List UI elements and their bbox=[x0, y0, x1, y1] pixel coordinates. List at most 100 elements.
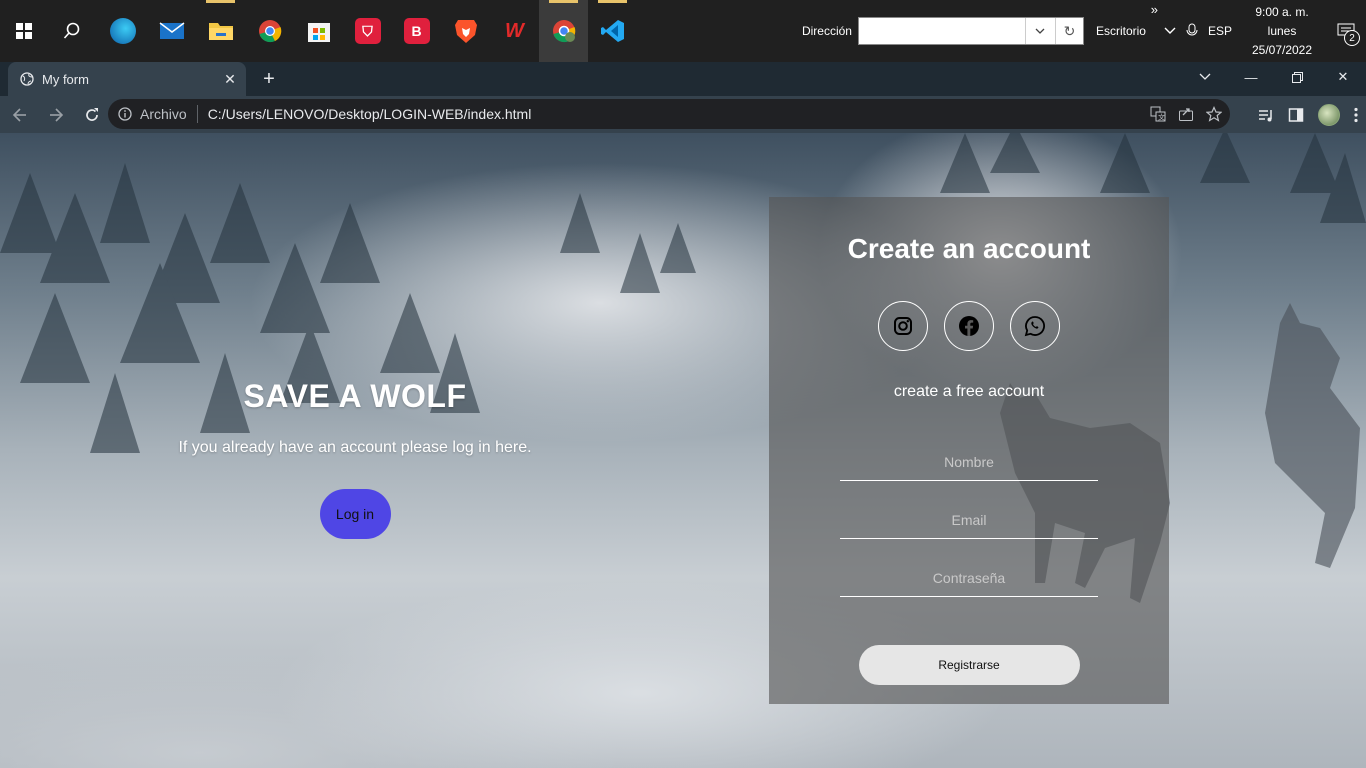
tray-overflow-chevron-icon[interactable] bbox=[1164, 24, 1176, 38]
wps-icon: W bbox=[505, 19, 524, 42]
edge-icon bbox=[109, 18, 136, 44]
share-icon bbox=[1179, 108, 1193, 121]
windows-taskbar: ⛉ B W Dirección ↻ Escritorio » ESP 9:00 a… bbox=[0, 0, 1366, 62]
info-icon bbox=[118, 107, 132, 121]
back-button[interactable] bbox=[4, 99, 36, 131]
chevron-down-icon bbox=[1036, 28, 1045, 34]
hero-title: SAVE A WOLF bbox=[243, 378, 467, 414]
taskbar-app-chrome-active[interactable] bbox=[539, 0, 588, 62]
hero-subtitle: If you already have an account please lo… bbox=[178, 439, 532, 456]
minimize-button[interactable]: — bbox=[1228, 62, 1274, 92]
chrome-profile-icon bbox=[552, 20, 575, 43]
signup-subtitle: create a free account bbox=[893, 383, 1045, 400]
new-tab-button[interactable]: + bbox=[258, 68, 280, 90]
clock-day: lunes bbox=[1267, 23, 1297, 38]
arrow-left-icon bbox=[12, 107, 26, 122]
signup-title: Create an account bbox=[847, 233, 1091, 264]
browser-tabstrip: My form ✕ + — ✕ bbox=[0, 62, 1366, 96]
reload-button[interactable] bbox=[76, 99, 108, 131]
desktop-toolbar-text: Escritorio bbox=[1095, 24, 1146, 38]
address-toolbar-input[interactable]: ↻ bbox=[857, 17, 1084, 45]
taskbar-app-mail[interactable] bbox=[147, 0, 196, 62]
store-icon bbox=[307, 23, 330, 42]
taskbar-app-microsoft-store[interactable] bbox=[294, 0, 343, 62]
address-bar[interactable]: Archivo C:/Users/LENOVO/Desktop/LOGIN-WE… bbox=[108, 99, 1230, 129]
start-button[interactable] bbox=[0, 0, 48, 62]
reload-icon bbox=[86, 107, 98, 121]
restore-icon bbox=[1291, 71, 1303, 83]
taskbar-app-edge[interactable] bbox=[98, 0, 147, 62]
browser-toolbar: Archivo C:/Users/LENOVO/Desktop/LOGIN-WE… bbox=[0, 96, 1366, 133]
tab-search-button[interactable] bbox=[1182, 62, 1228, 92]
profile-avatar-icon[interactable] bbox=[1318, 103, 1340, 126]
b-app-icon: B bbox=[403, 18, 430, 44]
social-login-buttons bbox=[769, 301, 1169, 351]
close-icon: ✕ bbox=[1337, 69, 1349, 84]
close-window-button[interactable]: ✕ bbox=[1320, 62, 1366, 92]
email-input[interactable] bbox=[840, 501, 1098, 539]
notification-count-badge: 2 bbox=[1344, 30, 1360, 46]
desktop-toolbar-label[interactable]: Escritorio » bbox=[1095, 2, 1158, 38]
address-toolbar-label: Dirección bbox=[801, 24, 852, 38]
chrome-icon bbox=[258, 20, 281, 43]
clock-date: 25/07/2022 bbox=[1251, 42, 1313, 57]
hero-section: SAVE A WOLF If you already have an accou… bbox=[150, 378, 560, 539]
whatsapp-icon bbox=[1024, 316, 1045, 337]
side-panel-icon bbox=[1288, 107, 1304, 122]
toolbar-overflow-icon[interactable]: » bbox=[1151, 2, 1158, 17]
taskbar-search-button[interactable] bbox=[48, 0, 96, 62]
input-language-indicator[interactable]: ESP bbox=[1208, 24, 1232, 38]
vpn-shield-icon: ⛉ bbox=[354, 18, 381, 44]
register-button[interactable]: Registrarse bbox=[858, 645, 1080, 685]
vscode-icon bbox=[600, 20, 624, 42]
refresh-icon: ↻ bbox=[1063, 22, 1076, 39]
signup-card: Create an account create a free account … bbox=[769, 197, 1169, 704]
signup-form bbox=[769, 443, 1169, 597]
minimize-icon: — bbox=[1244, 69, 1258, 85]
taskbar-app-b[interactable]: B bbox=[392, 0, 441, 62]
translate-icon: 文 bbox=[1150, 106, 1166, 122]
media-controls-icon bbox=[1259, 109, 1272, 121]
search-icon bbox=[63, 22, 80, 39]
tab-title: My form bbox=[42, 71, 89, 87]
browser-tab[interactable]: My form ✕ bbox=[8, 62, 246, 96]
clock-time: 9:00 a. m. bbox=[1255, 4, 1309, 19]
more-options-icon bbox=[1354, 107, 1358, 122]
plus-icon: + bbox=[263, 67, 275, 90]
taskbar-app-vscode[interactable] bbox=[588, 0, 637, 62]
whatsapp-button[interactable] bbox=[1010, 301, 1060, 351]
globe-icon bbox=[20, 72, 34, 86]
svg-text:文: 文 bbox=[1158, 113, 1165, 122]
address-refresh-button[interactable]: ↻ bbox=[1054, 18, 1083, 44]
windows-logo-icon bbox=[16, 23, 32, 39]
password-input[interactable] bbox=[840, 559, 1098, 597]
notification-center-button[interactable]: 2 bbox=[1326, 0, 1366, 62]
taskbar-app-file-explorer[interactable] bbox=[196, 0, 245, 62]
instagram-icon bbox=[894, 317, 912, 335]
instagram-button[interactable] bbox=[878, 301, 928, 351]
restore-button[interactable] bbox=[1274, 62, 1320, 92]
login-button[interactable]: Log in bbox=[319, 489, 391, 539]
mail-icon bbox=[159, 22, 184, 39]
close-tab-icon[interactable]: ✕ bbox=[222, 71, 238, 87]
system-clock[interactable]: 9:00 a. m. lunes 25/07/2022 bbox=[1250, 3, 1314, 60]
facebook-button[interactable] bbox=[944, 301, 994, 351]
forward-button[interactable] bbox=[40, 99, 72, 131]
url-text: C:/Users/LENOVO/Desktop/LOGIN-WEB/index.… bbox=[207, 106, 532, 122]
arrow-right-icon bbox=[50, 107, 64, 122]
url-separator bbox=[196, 105, 198, 123]
taskbar-app-brave[interactable] bbox=[441, 0, 490, 62]
bookmark-star-icon bbox=[1206, 106, 1222, 122]
microphone-icon[interactable] bbox=[1186, 23, 1198, 40]
taskbar-app-chrome[interactable] bbox=[245, 0, 294, 62]
taskbar-app-wps[interactable]: W bbox=[490, 0, 539, 62]
address-dropdown-button[interactable] bbox=[1024, 18, 1055, 44]
facebook-icon bbox=[959, 316, 979, 336]
page-viewport: SAVE A WOLF If you already have an accou… bbox=[0, 133, 1366, 768]
taskbar-app-brave-vpn[interactable]: ⛉ bbox=[343, 0, 392, 62]
url-scheme-label: Archivo bbox=[140, 106, 187, 122]
brave-lion-icon bbox=[454, 20, 477, 43]
chevron-down-icon bbox=[1199, 73, 1211, 80]
name-input[interactable] bbox=[840, 443, 1098, 481]
folder-icon bbox=[208, 23, 233, 40]
